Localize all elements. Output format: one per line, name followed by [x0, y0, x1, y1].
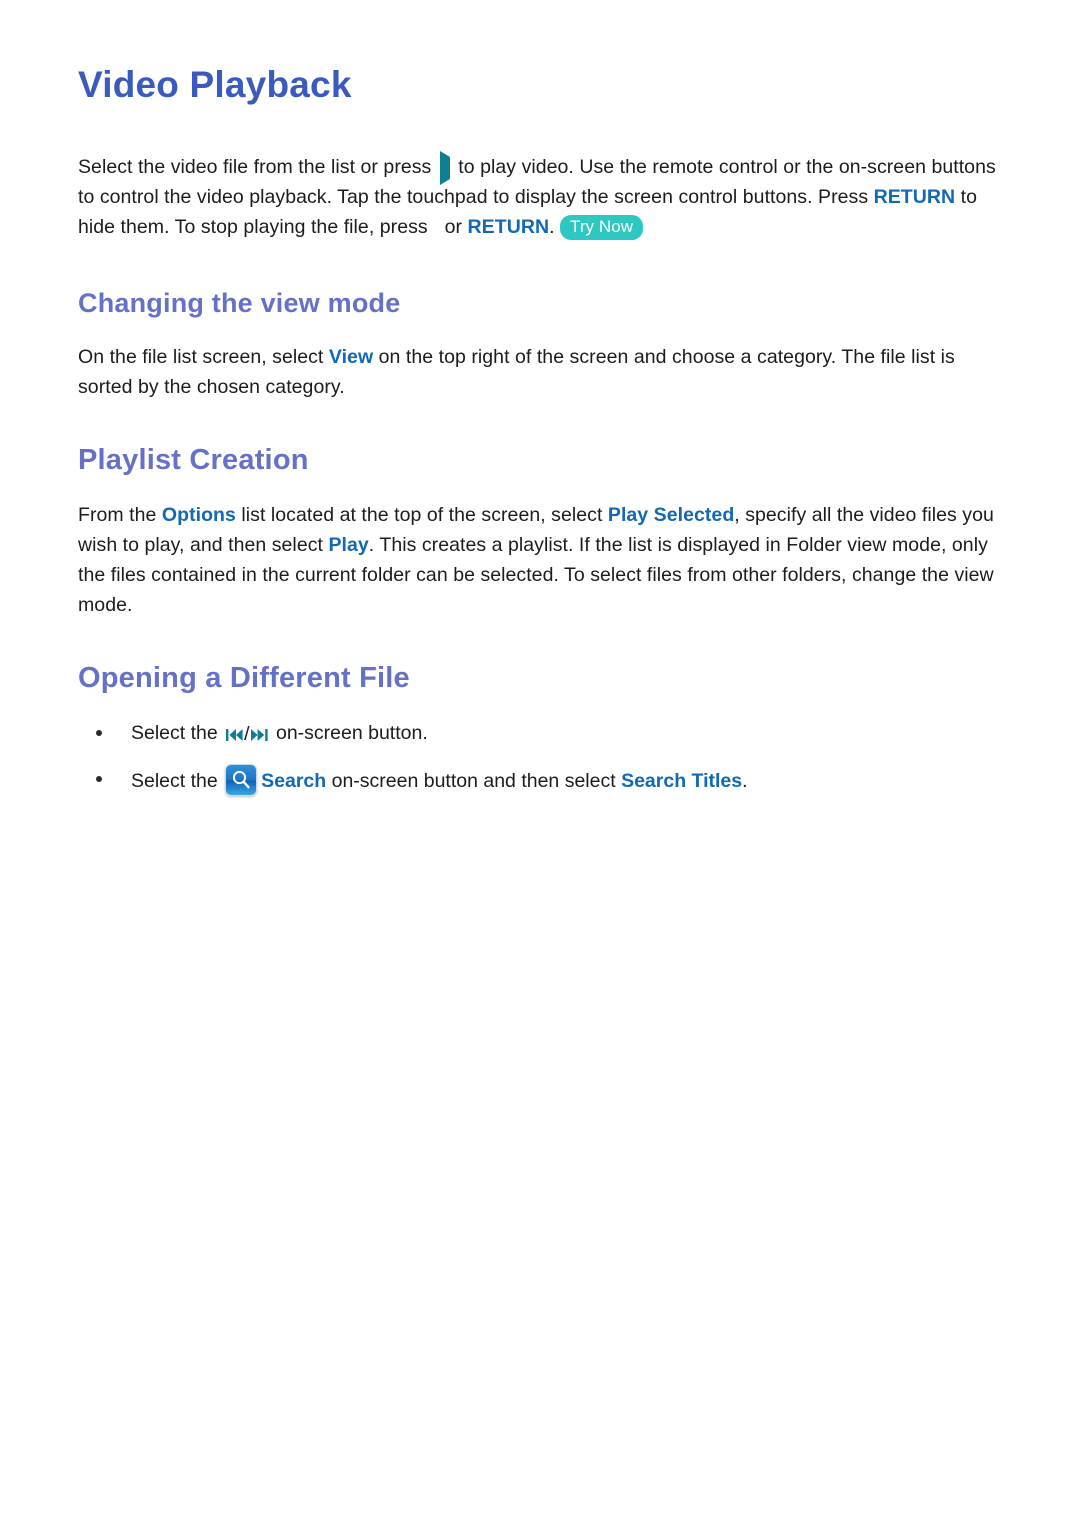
options-keyword: Options — [161, 504, 236, 526]
bullet-2-text-part-2: on-screen button and then select — [326, 770, 622, 792]
search-titles-keyword: Search Titles — [621, 770, 743, 792]
document-page: Video Playback Select the video file fro… — [0, 0, 1080, 1527]
bullet-2-text-part-1: Select the — [131, 770, 224, 792]
view-mode-text-part-1: On the file list screen, select — [78, 346, 329, 368]
bullet-1-text-part-1: Select the — [131, 722, 224, 744]
skip-backward-icon — [226, 728, 243, 742]
bullet-marker — [96, 730, 102, 736]
bullet-2-text-part-3: . — [742, 770, 748, 792]
playlist-text-part-2: list located at the top of the screen, s… — [235, 504, 608, 526]
intro-text-part-1: Select the video file from the list or p… — [78, 156, 437, 178]
intro-text-part-5: . — [549, 216, 561, 238]
play-selected-keyword: Play Selected — [607, 504, 735, 526]
search-icon[interactable] — [225, 764, 258, 796]
bullet-1-text-part-2: on-screen button. — [270, 722, 428, 744]
intro-paragraph: Select the video file from the list or p… — [78, 150, 1002, 242]
section-body-changing-view-mode: On the file list screen, select View on … — [78, 342, 1002, 402]
intro-text-part-4: or — [439, 216, 468, 238]
skip-icons-group: / — [226, 719, 268, 749]
section-heading-opening-different-file: Opening a Different File — [78, 662, 410, 694]
section-heading-playlist-creation: Playlist Creation — [78, 444, 309, 476]
return-keyword-2: RETURN — [467, 216, 550, 238]
return-keyword-1: RETURN — [873, 186, 956, 208]
opening-file-bullet-list: Select the / on-screen button. Select th… — [78, 718, 1002, 796]
bullet-marker — [96, 776, 102, 782]
list-item: Select the Search on-screen button and t… — [78, 764, 1002, 796]
section-heading-changing-view-mode: Changing the view mode — [78, 288, 401, 318]
view-keyword: View — [328, 346, 374, 368]
icon-separator: / — [244, 722, 250, 745]
play-keyword: Play — [328, 534, 369, 556]
playlist-text-part-1: From the — [78, 504, 162, 526]
list-item: Select the / on-screen button. — [78, 718, 1002, 750]
page-title: Video Playback — [78, 64, 352, 105]
search-keyword: Search — [261, 770, 327, 792]
section-body-playlist-creation: From the Options list located at the top… — [78, 500, 1002, 620]
skip-forward-icon — [250, 728, 268, 742]
try-now-badge[interactable]: Try Now — [560, 215, 644, 240]
